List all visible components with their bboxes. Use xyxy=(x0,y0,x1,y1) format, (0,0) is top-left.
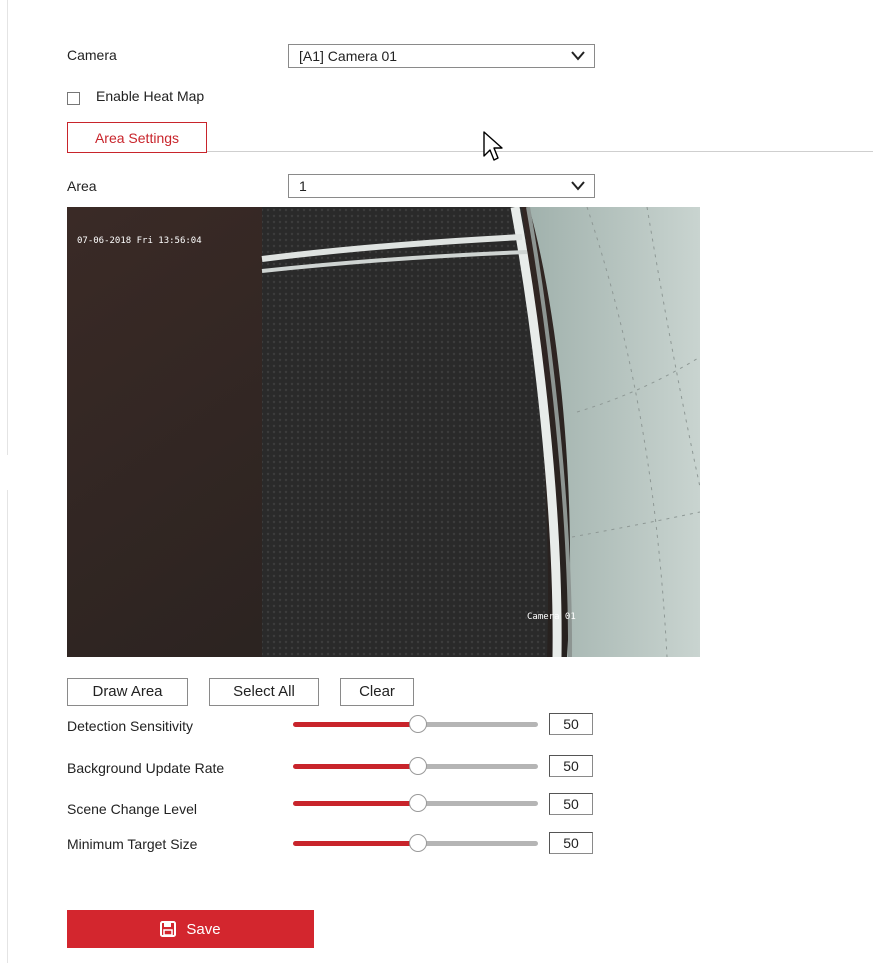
floppy-disk-icon xyxy=(160,921,177,937)
detection-sensitivity-value[interactable]: 50 xyxy=(549,713,593,735)
enable-heat-map-checkbox[interactable] xyxy=(67,92,80,105)
slider-fill xyxy=(293,801,418,806)
slider-fill xyxy=(293,841,418,846)
minimum-target-size-value[interactable]: 50 xyxy=(549,832,593,854)
slider-track xyxy=(418,841,538,846)
chevron-down-icon xyxy=(571,51,585,61)
camera-preview[interactable]: 07-06-2018 Fri 13:56:04 Camera 01 xyxy=(67,207,700,657)
slider-label-minimum-target-size: Minimum Target Size xyxy=(67,836,198,852)
scene-change-level-value[interactable]: 50 xyxy=(549,793,593,815)
slider-fill xyxy=(293,722,418,727)
tab-area-settings[interactable]: Area Settings xyxy=(67,122,207,153)
select-all-button[interactable]: Select All xyxy=(209,678,319,706)
save-button-label: Save xyxy=(186,920,221,938)
slider-track xyxy=(418,764,538,769)
background-update-rate-value[interactable]: 50 xyxy=(549,755,593,777)
slider-label-detection-sensitivity: Detection Sensitivity xyxy=(67,718,194,734)
area-select-value: 1 xyxy=(299,178,307,194)
slider-track xyxy=(418,801,538,806)
detection-sensitivity-slider-thumb[interactable] xyxy=(409,715,427,733)
left-divider-gap xyxy=(7,455,8,490)
background-update-rate-slider-thumb[interactable] xyxy=(409,757,427,775)
tab-underline xyxy=(207,151,873,152)
osd-datetime: 07-06-2018 Fri 13:56:04 xyxy=(77,236,202,246)
camera-label: Camera xyxy=(67,47,117,63)
slider-label-scene-change-level: Scene Change Level xyxy=(67,801,197,817)
area-select[interactable]: 1 xyxy=(288,174,595,198)
camera-select-value: [A1] Camera 01 xyxy=(299,48,398,64)
draw-area-button[interactable]: Draw Area xyxy=(67,678,188,706)
scene-change-level-slider-thumb[interactable] xyxy=(409,794,427,812)
slider-track xyxy=(418,722,538,727)
chevron-down-icon xyxy=(571,181,585,191)
slider-label-background-update-rate: Background Update Rate xyxy=(67,760,225,776)
slider-fill xyxy=(293,764,418,769)
save-button[interactable]: Save xyxy=(67,910,314,948)
enable-heat-map-label: Enable Heat Map xyxy=(96,88,205,104)
mouse-pointer-icon xyxy=(483,131,503,161)
area-label: Area xyxy=(67,178,97,194)
osd-camera-name: Camera 01 xyxy=(527,612,576,622)
camera-select[interactable]: [A1] Camera 01 xyxy=(288,44,595,68)
minimum-target-size-slider-thumb[interactable] xyxy=(409,834,427,852)
camera-frame-image: 07-06-2018 Fri 13:56:04 Camera 01 xyxy=(67,207,700,657)
clear-button[interactable]: Clear xyxy=(340,678,414,706)
